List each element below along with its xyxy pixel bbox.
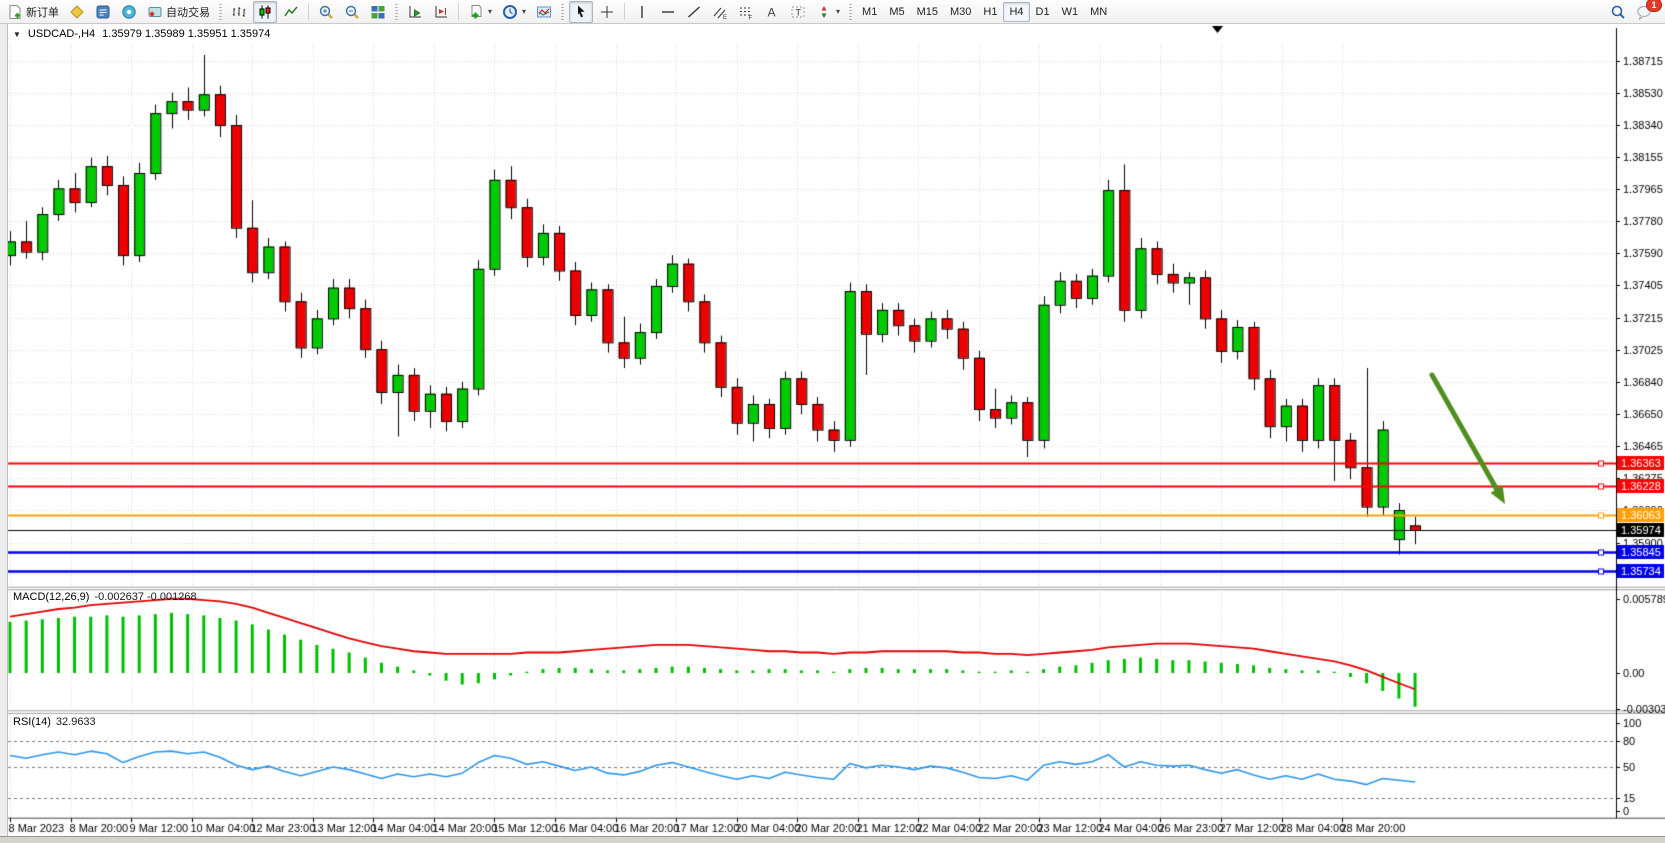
- timeframe-button-M5[interactable]: M5: [883, 2, 910, 22]
- search-icon: [1610, 4, 1626, 20]
- rsi-indicator-label: RSI(14) 32.9633: [13, 716, 96, 728]
- svg-text:A: A: [768, 5, 776, 19]
- toolbar-grip: [561, 4, 564, 20]
- zoom-in-icon: [318, 4, 334, 20]
- toolbar-separator: [308, 3, 309, 20]
- fibonacci-tool-button[interactable]: F: [734, 1, 758, 23]
- toolbar-separator: [624, 3, 625, 20]
- channel-tool-button[interactable]: E: [708, 1, 732, 23]
- rsi-name: RSI(14): [13, 716, 51, 728]
- equidistant-channel-icon: E: [712, 4, 728, 20]
- cursor-tool-button[interactable]: [569, 1, 593, 23]
- autotrading-label: 自动交易: [166, 4, 210, 20]
- svg-text:T: T: [796, 7, 802, 17]
- text-label-icon: T: [790, 4, 806, 20]
- periods-button[interactable]: ▾: [498, 1, 530, 23]
- svg-text:E: E: [723, 15, 727, 20]
- timeframe-button-H4[interactable]: H4: [1003, 2, 1029, 22]
- new-order-icon: [7, 4, 23, 20]
- timeframe-button-M15[interactable]: M15: [911, 2, 944, 22]
- text-label-tool-button[interactable]: T: [786, 1, 810, 23]
- signals-icon: [121, 4, 137, 20]
- candlestick-chart-button[interactable]: [253, 1, 277, 23]
- timeframe-button-W1[interactable]: W1: [1056, 2, 1085, 22]
- new-order-button[interactable]: 新订单: [3, 1, 63, 23]
- autotrading-button[interactable]: 自动交易: [143, 1, 214, 23]
- zoom-in-button[interactable]: [314, 1, 338, 23]
- chevron-down-icon: ▾: [488, 7, 492, 16]
- vertical-line-tool-button[interactable]: [630, 1, 654, 23]
- new-chart-icon: [468, 4, 484, 20]
- timeframe-toolbar: M1M5M15M30H1H4D1W1MN: [856, 2, 1113, 22]
- text-tool-icon: A: [764, 4, 780, 20]
- chart-title: ▼ USDCAD-,H4 1.35979 1.35989 1.35951 1.3…: [13, 28, 270, 40]
- fibonacci-icon: F: [738, 4, 754, 20]
- chart-shift-button[interactable]: [429, 1, 453, 23]
- chart-symbol-period: USDCAD-,H4: [28, 28, 95, 40]
- horizontal-line-icon: [660, 4, 676, 20]
- svg-text:F: F: [749, 15, 753, 20]
- tile-windows-button[interactable]: [366, 1, 390, 23]
- chart-collapse-icon[interactable]: ▼: [13, 30, 21, 39]
- notifications-button[interactable]: 1: [1632, 1, 1657, 23]
- market-watch-button[interactable]: [91, 1, 115, 23]
- crosshair-tool-button[interactable]: [595, 1, 619, 23]
- trendline-tool-button[interactable]: [682, 1, 706, 23]
- horizontal-line-tool-button[interactable]: [656, 1, 680, 23]
- profiles-icon: [69, 4, 85, 20]
- autotrading-icon: [147, 4, 163, 20]
- clock-icon: [502, 4, 518, 20]
- new-order-label: 新订单: [26, 4, 59, 20]
- arrows-tool-button[interactable]: ▾: [812, 1, 844, 23]
- notification-badge: 1: [1646, 0, 1662, 12]
- bar-chart-button[interactable]: [227, 1, 251, 23]
- timeframe-button-D1[interactable]: D1: [1030, 2, 1056, 22]
- toolbar-grip: [395, 4, 398, 20]
- templates-button[interactable]: [532, 1, 556, 23]
- zoom-out-icon: [344, 4, 360, 20]
- timeframe-button-MN[interactable]: MN: [1084, 2, 1113, 22]
- timeframe-button-H1[interactable]: H1: [977, 2, 1003, 22]
- main-toolbar: 新订单 自动交易: [0, 0, 1665, 24]
- line-chart-button[interactable]: [279, 1, 303, 23]
- zoom-out-button[interactable]: [340, 1, 364, 23]
- toolbar-grip: [849, 4, 852, 20]
- crosshair-icon: [599, 4, 615, 20]
- chart-shift-icon: [433, 4, 449, 20]
- text-tool-button[interactable]: A: [760, 1, 784, 23]
- arrows-icon: [816, 4, 832, 20]
- rsi-value: 32.9633: [56, 716, 96, 728]
- vertical-line-icon: [634, 4, 650, 20]
- macd-indicator-label: MACD(12,26,9) -0.002637 -0.001268: [13, 591, 197, 603]
- search-button[interactable]: [1606, 1, 1630, 23]
- auto-scroll-icon: [407, 4, 423, 20]
- price-chart-canvas[interactable]: [0, 0, 1665, 843]
- bar-chart-icon: [231, 4, 247, 20]
- chart-ohlc-values: 1.35979 1.35989 1.35951 1.35974: [102, 28, 270, 40]
- line-chart-icon: [283, 4, 299, 20]
- window-bottom-edge[interactable]: [0, 836, 1665, 843]
- window-left-frame: [0, 24, 8, 843]
- tile-windows-icon: [370, 4, 386, 20]
- profiles-button[interactable]: [65, 1, 89, 23]
- chevron-down-icon: ▾: [522, 7, 526, 16]
- macd-values: -0.002637 -0.001268: [94, 591, 196, 603]
- macd-name: MACD(12,26,9): [13, 591, 89, 603]
- timeframe-button-M1[interactable]: M1: [856, 2, 883, 22]
- new-chart-button[interactable]: ▾: [464, 1, 496, 23]
- toolbar-separator: [458, 3, 459, 20]
- cursor-icon: [573, 4, 589, 20]
- timeframe-button-M30[interactable]: M30: [944, 2, 977, 22]
- chevron-down-icon: ▾: [836, 7, 840, 16]
- trendline-icon: [686, 4, 702, 20]
- mt4-terminal-window: 新订单 自动交易: [0, 0, 1665, 843]
- toolbar-grip: [219, 4, 222, 20]
- templates-icon: [536, 4, 552, 20]
- signals-button[interactable]: [117, 1, 141, 23]
- auto-scroll-button[interactable]: [403, 1, 427, 23]
- market-watch-icon: [95, 4, 111, 20]
- candlestick-chart-icon: [257, 4, 273, 20]
